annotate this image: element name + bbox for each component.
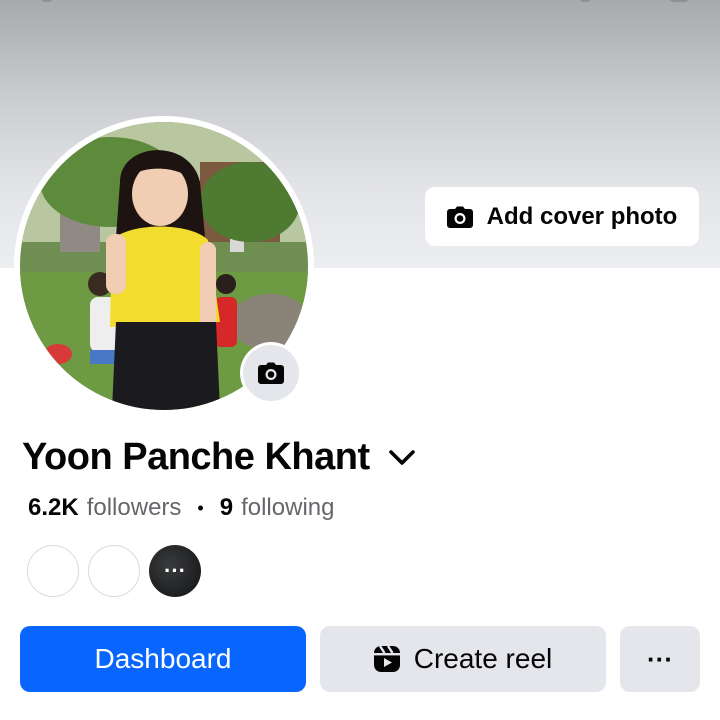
stats-separator: •	[197, 497, 204, 518]
more-options-label: ···	[647, 643, 673, 674]
profile-name-row: Yoon Panche Khant	[22, 436, 416, 479]
dashboard-label: Dashboard	[94, 643, 232, 674]
reel-icon	[373, 646, 400, 672]
more-avatars-label: ···	[164, 558, 186, 583]
camera-icon	[446, 206, 473, 228]
follow-stats: 6.2K followers • 9 following	[28, 494, 334, 522]
following-count[interactable]: 9	[220, 494, 233, 522]
followers-count[interactable]: 6.2K	[28, 494, 79, 522]
chevron-down-icon[interactable]	[388, 449, 416, 467]
more-avatars-button[interactable]: ···	[149, 545, 201, 597]
create-reel-label: Create reel	[413, 643, 553, 674]
camera-icon	[258, 362, 284, 384]
search-icon[interactable]	[668, 0, 690, 2]
mutual-avatar[interactable]	[88, 545, 140, 597]
followers-label[interactable]: followers	[87, 494, 182, 522]
add-cover-photo-button[interactable]: Add cover photo	[425, 187, 699, 246]
mutual-avatar[interactable]	[27, 545, 79, 597]
add-cover-photo-label: Add cover photo	[486, 202, 678, 230]
following-label[interactable]: following	[241, 494, 334, 522]
profile-name: Yoon Panche Khant	[22, 436, 370, 478]
create-reel-button[interactable]: Create reel	[320, 626, 606, 692]
status-bar-glyph	[578, 0, 592, 2]
more-options-button[interactable]: ···	[620, 626, 700, 692]
status-bar-glyph	[40, 0, 54, 2]
dashboard-button[interactable]: Dashboard	[20, 626, 306, 692]
change-profile-picture-button[interactable]	[243, 345, 299, 401]
